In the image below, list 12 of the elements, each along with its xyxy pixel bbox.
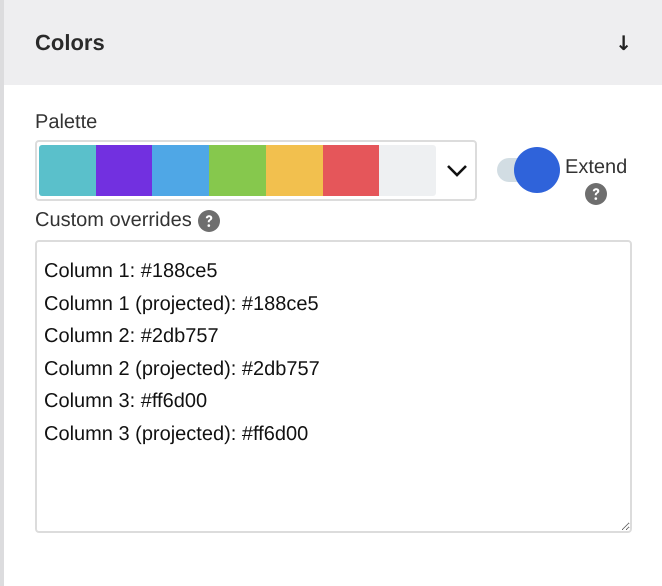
- chevron-down-icon: [446, 164, 468, 178]
- help-icon[interactable]: [198, 210, 220, 232]
- collapse-button[interactable]: ↓: [615, 30, 632, 54]
- palette-select[interactable]: [35, 140, 477, 201]
- extend-toggle[interactable]: [497, 146, 559, 194]
- overrides-field[interactable]: Column 1: #188ce5 Column 1 (projected): #188ce5 Column 2: #2db757 Column 2 (projected): #2db757 Column 3: #ff6d00 Column 3 (projected): #ff6d00: [35, 240, 632, 533]
- section-title: Colors: [35, 30, 105, 56]
- section-header[interactable]: Colors ↓: [4, 0, 662, 85]
- palette-label: Palette: [35, 111, 98, 134]
- help-icon[interactable]: [585, 183, 608, 205]
- extend-label: Extend: [565, 156, 628, 179]
- overrides-label: Custom overrides: [35, 209, 192, 232]
